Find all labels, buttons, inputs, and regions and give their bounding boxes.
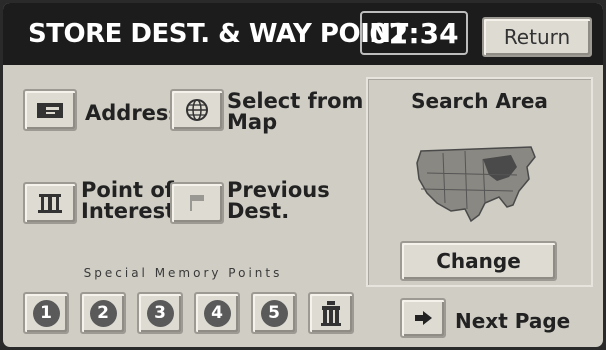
next-page-button[interactable] <box>400 298 446 338</box>
select-from-map-button[interactable] <box>170 89 224 131</box>
us-map-icon <box>416 146 536 223</box>
memory-point-1-button[interactable]: 1 <box>23 292 69 334</box>
clock-display: 02:34 <box>360 11 468 55</box>
address-card-icon <box>37 103 63 118</box>
building-icon <box>38 194 62 213</box>
change-button[interactable]: Change <box>400 241 557 281</box>
memory-point-2-button[interactable]: 2 <box>80 292 126 334</box>
memory-point-1-badge: 1 <box>32 299 60 327</box>
next-page-label[interactable]: Next Page <box>455 309 570 333</box>
previous-dest-button[interactable] <box>170 182 224 224</box>
point-of-interest-button[interactable] <box>23 182 77 224</box>
arrow-right-icon <box>415 311 432 325</box>
home-icon <box>321 301 341 326</box>
memory-point-5-button[interactable]: 5 <box>251 292 297 334</box>
globe-grid-icon <box>186 99 208 121</box>
memory-point-3-badge: 3 <box>146 299 174 327</box>
memory-point-4-badge: 4 <box>203 299 231 327</box>
address-button[interactable] <box>23 89 77 131</box>
memory-point-5-badge: 5 <box>260 299 288 327</box>
memory-point-2-badge: 2 <box>89 299 117 327</box>
return-button[interactable]: Return <box>482 17 592 57</box>
page-title: STORE DEST. & WAY POINT <box>28 19 408 49</box>
navigation-screen: STORE DEST. & WAY POINT 02:34 Return Add… <box>0 0 606 350</box>
flag-icon <box>190 195 204 211</box>
memory-point-4-button[interactable]: 4 <box>194 292 240 334</box>
point-of-interest-label: Point of Interest <box>81 178 176 223</box>
memory-point-3-button[interactable]: 3 <box>137 292 183 334</box>
previous-dest-label: Previous Dest. <box>227 178 330 223</box>
special-memory-points-label: Special Memory Points <box>83 266 283 280</box>
select-from-map-label: Select from Map <box>227 89 364 134</box>
address-label: Address <box>85 101 181 125</box>
home-memory-button[interactable] <box>308 292 354 334</box>
search-area-title: Search Area <box>411 89 548 113</box>
